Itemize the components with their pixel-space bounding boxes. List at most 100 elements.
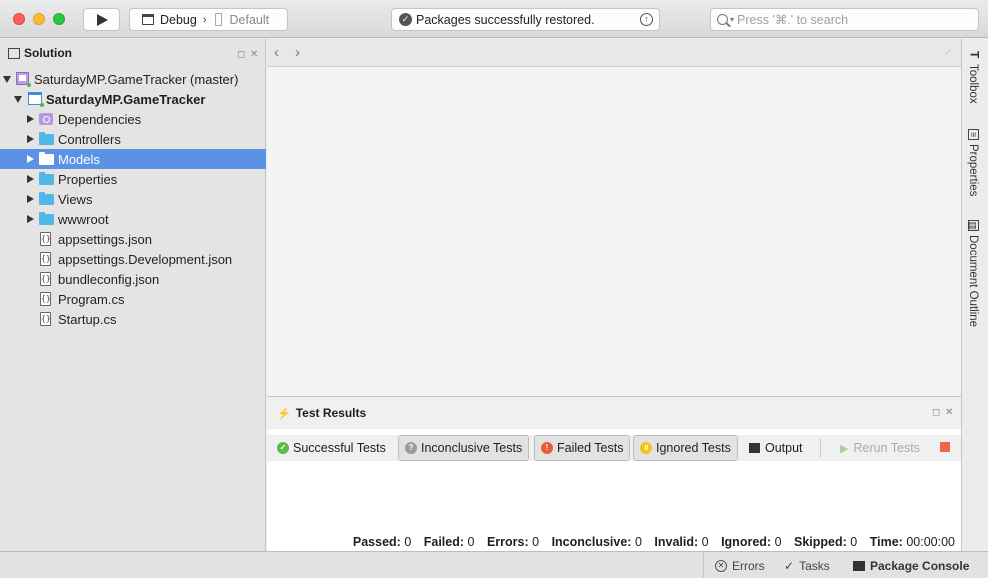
tab-label: Document Outline [967,235,979,328]
test-results-title: Test Results [295,406,367,420]
rerun-icon: ▶ [840,442,849,455]
arrow-up-circle-icon[interactable]: ↑ [640,13,653,26]
close-pad-icon[interactable]: ✕ [945,407,953,418]
tab-label: Properties [967,144,979,197]
summary-label: Errors: [486,535,529,549]
solution-pad-title: Solution [24,46,72,60]
terminal-icon [749,443,760,453]
forward-arrow-icon[interactable]: › [295,44,300,61]
tree-item-file[interactable]: {} appsettings.Development.json [0,249,266,269]
expand-arrow-icon[interactable] [3,76,11,83]
device-icon [214,13,222,26]
failed-count: 0 [467,535,475,549]
expand-arrow-icon[interactable] [27,135,34,143]
tree-item-file[interactable]: {} appsettings.json [0,229,266,249]
json-file-icon: {} [40,272,51,286]
filter-label: Failed Tests [557,441,624,455]
statusbar-label: Tasks [799,558,830,573]
folder-icon [39,172,54,185]
errors-count: 0 [532,535,540,549]
tasks-pad-button[interactable]: ✓ Tasks [784,552,830,578]
folder-icon [39,212,54,225]
back-arrow-icon[interactable]: ‹ [274,44,279,61]
play-icon [97,14,108,26]
passed-count: 0 [404,535,412,549]
tree-item-file[interactable]: {} Startup.cs [0,309,266,329]
divider [703,552,704,578]
zoom-window-button[interactable] [53,13,65,25]
tree-item-label: SaturdayMP.GameTracker (master) [34,71,239,87]
tree-item-label: Properties [58,171,118,187]
expand-arrow-icon[interactable] [27,195,34,203]
tree-item-controllers[interactable]: Controllers [0,129,266,149]
solution-tree: SaturdayMP.GameTracker (master) Saturday… [0,69,266,329]
main-toolbar: Debug › Default ✓ Packages successfully … [0,0,988,38]
check-circle-icon: ✓ [277,442,289,454]
inconclusive-count: 0 [634,535,642,549]
resize-corner-icon: ⟋ [944,47,951,57]
document-outline-icon: ▤ [967,220,979,231]
expand-arrow-icon[interactable] [27,155,34,163]
close-pad-icon[interactable]: ✕ [250,49,258,60]
test-summary: Passed: 0 Failed: 0 Errors: 0 Inconclusi… [353,535,955,549]
failed-tests-toggle[interactable]: ! Failed Tests [534,435,631,461]
toolbox-icon: T [967,50,982,59]
test-filter-bar: ✓ Successful Tests ? Inconclusive Tests … [267,435,961,461]
errors-pad-button[interactable]: ✕ Errors [715,552,765,578]
tree-item-views[interactable]: Views [0,189,266,209]
terminal-icon [853,560,865,571]
expand-arrow-icon[interactable] [27,215,34,223]
search-placeholder: Press '⌘.' to search [737,13,849,27]
rerun-tests-button[interactable]: ▶ Rerun Tests [834,435,926,461]
tab-properties[interactable]: ≡ Properties [967,129,979,196]
bottom-status-bar: ✕ Errors ✓ Tasks Package Console [0,551,988,578]
expand-arrow-icon[interactable] [27,175,34,183]
filter-label: Ignored Tests [656,441,731,455]
status-text: Packages successfully restored. [416,12,595,27]
tree-item-file[interactable]: {} bundleconfig.json [0,269,266,289]
filter-label: Output [765,441,803,455]
tree-item-properties[interactable]: Properties [0,169,266,189]
tab-toolbox[interactable]: T Toolbox [967,49,982,104]
statusbar-label: Errors [732,558,765,573]
status-dot-icon [40,103,44,107]
skipped-count: 0 [850,535,858,549]
inconclusive-tests-toggle[interactable]: ? Inconclusive Tests [398,435,530,461]
maximize-pad-icon[interactable]: ◻ [932,407,940,418]
tree-item-solution[interactable]: SaturdayMP.GameTracker (master) [0,69,266,89]
ignored-tests-toggle[interactable]: ॥ Ignored Tests [633,435,738,461]
solution-pad-header: Solution [0,39,265,67]
minimize-window-button[interactable] [33,13,45,25]
output-toggle[interactable]: Output [743,435,809,461]
run-button[interactable] [83,8,120,31]
search-input[interactable]: ▾ Press '⌘.' to search [710,8,979,31]
tree-item-label: wwwroot [58,211,109,227]
tree-item-models[interactable]: Models [0,149,266,169]
folder-icon [39,192,54,205]
tree-item-label: appsettings.Development.json [58,251,233,267]
tree-item-file[interactable]: {} Program.cs [0,289,266,309]
successful-tests-toggle[interactable]: ✓ Successful Tests [271,435,392,461]
package-console-button[interactable]: Package Console [853,552,969,578]
close-window-button[interactable] [13,13,25,25]
chevron-down-icon: ▾ [730,15,735,24]
expand-arrow-icon[interactable] [14,96,22,103]
tree-item-wwwroot[interactable]: wwwroot [0,209,266,229]
dependencies-icon [39,113,53,125]
tab-document-outline[interactable]: ▤ Document Outline [967,220,979,327]
invalid-count: 0 [701,535,709,549]
expand-arrow-icon[interactable] [27,115,34,123]
solution-icon [8,47,20,59]
device-label: Default [229,12,270,27]
configuration-selector[interactable]: Debug › Default [129,8,288,31]
summary-label: Ignored: [721,535,772,549]
tree-item-project[interactable]: SaturdayMP.GameTracker [0,89,266,109]
tree-item-dependencies[interactable]: Dependencies [0,109,266,129]
summary-label: Time: [869,535,903,549]
maximize-pad-icon[interactable]: ◻ [237,49,245,60]
stop-button[interactable] [940,442,950,452]
summary-label: Skipped: [794,535,847,549]
status-bar-message: ✓ Packages successfully restored. ↑ [391,8,660,31]
error-circle-icon: ! [541,442,553,454]
configuration-label: Debug [160,12,197,27]
